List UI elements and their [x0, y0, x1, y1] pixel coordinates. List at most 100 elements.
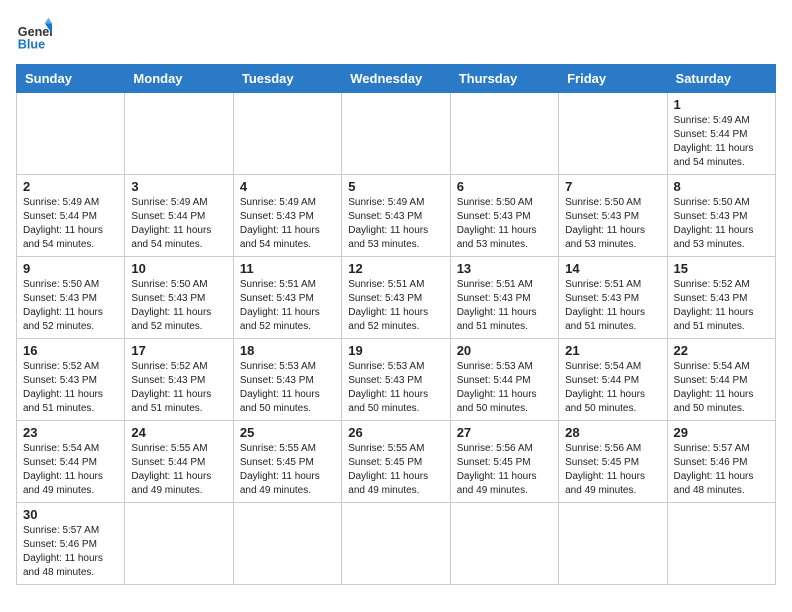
day-number: 20: [457, 343, 552, 358]
calendar-cell: 1 Sunrise: 5:49 AM Sunset: 5:44 PM Daylig…: [667, 93, 775, 175]
day-number: 21: [565, 343, 660, 358]
day-number: 5: [348, 179, 443, 194]
day-info: Sunrise: 5:52 AM Sunset: 5:43 PM Dayligh…: [674, 278, 769, 334]
day-info: Sunrise: 5:51 AM Sunset: 5:43 PM Dayligh…: [240, 278, 335, 334]
day-info: Sunrise: 5:53 AM Sunset: 5:43 PM Dayligh…: [240, 360, 335, 416]
day-number: 18: [240, 343, 335, 358]
calendar-cell: [125, 503, 233, 585]
calendar-cell: 16 Sunrise: 5:52 AM Sunset: 5:43 PM Dayli…: [17, 339, 125, 421]
day-info: Sunrise: 5:50 AM Sunset: 5:43 PM Dayligh…: [23, 278, 118, 334]
weekday-header-thursday: Thursday: [450, 65, 558, 93]
calendar-cell: 28 Sunrise: 5:56 AM Sunset: 5:45 PM Dayli…: [559, 421, 667, 503]
calendar-cell: 22 Sunrise: 5:54 AM Sunset: 5:44 PM Dayli…: [667, 339, 775, 421]
calendar-cell: [342, 503, 450, 585]
calendar-cell: 27 Sunrise: 5:56 AM Sunset: 5:45 PM Dayli…: [450, 421, 558, 503]
day-info: Sunrise: 5:55 AM Sunset: 5:45 PM Dayligh…: [348, 442, 443, 498]
day-number: 25: [240, 425, 335, 440]
day-number: 28: [565, 425, 660, 440]
day-number: 26: [348, 425, 443, 440]
day-info: Sunrise: 5:50 AM Sunset: 5:43 PM Dayligh…: [457, 196, 552, 252]
day-info: Sunrise: 5:49 AM Sunset: 5:43 PM Dayligh…: [348, 196, 443, 252]
weekday-header-saturday: Saturday: [667, 65, 775, 93]
calendar-cell: [233, 503, 341, 585]
weekday-header-friday: Friday: [559, 65, 667, 93]
calendar-cell: 15 Sunrise: 5:52 AM Sunset: 5:43 PM Dayli…: [667, 257, 775, 339]
calendar-cell: [450, 503, 558, 585]
day-number: 1: [674, 97, 769, 112]
calendar-cell: [559, 503, 667, 585]
calendar-cell: 10 Sunrise: 5:50 AM Sunset: 5:43 PM Dayli…: [125, 257, 233, 339]
calendar-cell: 25 Sunrise: 5:55 AM Sunset: 5:45 PM Dayli…: [233, 421, 341, 503]
calendar-cell: 21 Sunrise: 5:54 AM Sunset: 5:44 PM Dayli…: [559, 339, 667, 421]
day-info: Sunrise: 5:49 AM Sunset: 5:44 PM Dayligh…: [674, 114, 769, 170]
calendar-cell: 3 Sunrise: 5:49 AM Sunset: 5:44 PM Daylig…: [125, 175, 233, 257]
page-header: General Blue: [16, 16, 776, 52]
day-number: 6: [457, 179, 552, 194]
weekday-header-monday: Monday: [125, 65, 233, 93]
calendar-cell: 4Sunrise: 5:49 AM Sunset: 5:43 PM Daylig…: [233, 175, 341, 257]
day-info: Sunrise: 5:50 AM Sunset: 5:43 PM Dayligh…: [131, 278, 226, 334]
day-number: 16: [23, 343, 118, 358]
day-number: 27: [457, 425, 552, 440]
calendar-cell: 20 Sunrise: 5:53 AM Sunset: 5:44 PM Dayli…: [450, 339, 558, 421]
day-info: Sunrise: 5:55 AM Sunset: 5:44 PM Dayligh…: [131, 442, 226, 498]
day-info: Sunrise: 5:54 AM Sunset: 5:44 PM Dayligh…: [23, 442, 118, 498]
calendar-cell: 2Sunrise: 5:49 AM Sunset: 5:44 PM Daylig…: [17, 175, 125, 257]
day-info: Sunrise: 5:50 AM Sunset: 5:43 PM Dayligh…: [565, 196, 660, 252]
day-info: Sunrise: 5:54 AM Sunset: 5:44 PM Dayligh…: [565, 360, 660, 416]
calendar-cell: [450, 93, 558, 175]
weekday-header-sunday: Sunday: [17, 65, 125, 93]
calendar-cell: 7Sunrise: 5:50 AM Sunset: 5:43 PM Daylig…: [559, 175, 667, 257]
day-info: Sunrise: 5:54 AM Sunset: 5:44 PM Dayligh…: [674, 360, 769, 416]
day-info: Sunrise: 5:52 AM Sunset: 5:43 PM Dayligh…: [131, 360, 226, 416]
day-number: 15: [674, 261, 769, 276]
day-number: 13: [457, 261, 552, 276]
calendar-cell: 24 Sunrise: 5:55 AM Sunset: 5:44 PM Dayli…: [125, 421, 233, 503]
day-number: 23: [23, 425, 118, 440]
day-number: 22: [674, 343, 769, 358]
day-info: Sunrise: 5:50 AM Sunset: 5:43 PM Dayligh…: [674, 196, 769, 252]
calendar-cell: [559, 93, 667, 175]
day-info: Sunrise: 5:53 AM Sunset: 5:44 PM Dayligh…: [457, 360, 552, 416]
day-number: 19: [348, 343, 443, 358]
day-number: 29: [674, 425, 769, 440]
calendar-cell: 18 Sunrise: 5:53 AM Sunset: 5:43 PM Dayli…: [233, 339, 341, 421]
day-number: 30: [23, 507, 118, 522]
day-number: 10: [131, 261, 226, 276]
calendar-cell: 30 Sunrise: 5:57 AM Sunset: 5:46 PM Dayli…: [17, 503, 125, 585]
calendar-cell: 29 Sunrise: 5:57 AM Sunset: 5:46 PM Dayli…: [667, 421, 775, 503]
day-info: Sunrise: 5:57 AM Sunset: 5:46 PM Dayligh…: [23, 524, 118, 580]
calendar-cell: 26 Sunrise: 5:55 AM Sunset: 5:45 PM Dayli…: [342, 421, 450, 503]
calendar-cell: 23 Sunrise: 5:54 AM Sunset: 5:44 PM Dayli…: [17, 421, 125, 503]
day-info: Sunrise: 5:52 AM Sunset: 5:43 PM Dayligh…: [23, 360, 118, 416]
calendar-cell: 9 Sunrise: 5:50 AM Sunset: 5:43 PM Daylig…: [17, 257, 125, 339]
day-number: 8: [674, 179, 769, 194]
day-info: Sunrise: 5:49 AM Sunset: 5:44 PM Dayligh…: [131, 196, 226, 252]
calendar-cell: 6 Sunrise: 5:50 AM Sunset: 5:43 PM Daylig…: [450, 175, 558, 257]
calendar-table: SundayMondayTuesdayWednesdayThursdayFrid…: [16, 64, 776, 585]
day-info: Sunrise: 5:51 AM Sunset: 5:43 PM Dayligh…: [348, 278, 443, 334]
day-number: 24: [131, 425, 226, 440]
weekday-header-tuesday: Tuesday: [233, 65, 341, 93]
day-info: Sunrise: 5:51 AM Sunset: 5:43 PM Dayligh…: [565, 278, 660, 334]
logo: General Blue: [16, 16, 52, 52]
day-info: Sunrise: 5:56 AM Sunset: 5:45 PM Dayligh…: [457, 442, 552, 498]
day-info: Sunrise: 5:55 AM Sunset: 5:45 PM Dayligh…: [240, 442, 335, 498]
day-number: 9: [23, 261, 118, 276]
calendar-cell: [233, 93, 341, 175]
day-number: 3: [131, 179, 226, 194]
calendar-cell: 14Sunrise: 5:51 AM Sunset: 5:43 PM Dayli…: [559, 257, 667, 339]
calendar-cell: 11 Sunrise: 5:51 AM Sunset: 5:43 PM Dayli…: [233, 257, 341, 339]
day-info: Sunrise: 5:51 AM Sunset: 5:43 PM Dayligh…: [457, 278, 552, 334]
day-number: 17: [131, 343, 226, 358]
calendar-cell: [667, 503, 775, 585]
day-info: Sunrise: 5:49 AM Sunset: 5:43 PM Dayligh…: [240, 196, 335, 252]
day-number: 11: [240, 261, 335, 276]
day-info: Sunrise: 5:56 AM Sunset: 5:45 PM Dayligh…: [565, 442, 660, 498]
calendar-cell: 17 Sunrise: 5:52 AM Sunset: 5:43 PM Dayli…: [125, 339, 233, 421]
calendar-cell: 12Sunrise: 5:51 AM Sunset: 5:43 PM Dayli…: [342, 257, 450, 339]
day-info: Sunrise: 5:57 AM Sunset: 5:46 PM Dayligh…: [674, 442, 769, 498]
day-info: Sunrise: 5:49 AM Sunset: 5:44 PM Dayligh…: [23, 196, 118, 252]
calendar-cell: [125, 93, 233, 175]
calendar-cell: 19Sunrise: 5:53 AM Sunset: 5:43 PM Dayli…: [342, 339, 450, 421]
